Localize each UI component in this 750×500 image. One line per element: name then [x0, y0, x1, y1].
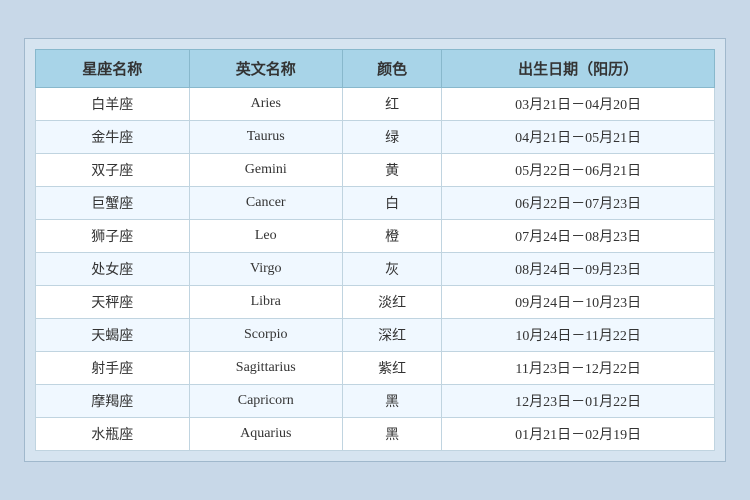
cell-dates: 10月24日－11月22日	[442, 319, 715, 352]
cell-chinese-name: 天蝎座	[36, 319, 190, 352]
cell-color: 黑	[343, 385, 442, 418]
header-english-name: 英文名称	[189, 50, 343, 88]
table-row: 白羊座Aries红03月21日－04月20日	[36, 88, 715, 121]
table-row: 水瓶座Aquarius黑01月21日－02月19日	[36, 418, 715, 451]
table-row: 金牛座Taurus绿04月21日－05月21日	[36, 121, 715, 154]
cell-chinese-name: 金牛座	[36, 121, 190, 154]
cell-color: 白	[343, 187, 442, 220]
cell-color: 红	[343, 88, 442, 121]
cell-english-name: Taurus	[189, 121, 343, 154]
table-row: 双子座Gemini黄05月22日－06月21日	[36, 154, 715, 187]
cell-dates: 09月24日－10月23日	[442, 286, 715, 319]
table-row: 处女座Virgo灰08月24日－09月23日	[36, 253, 715, 286]
table-row: 天蝎座Scorpio深红10月24日－11月22日	[36, 319, 715, 352]
cell-dates: 06月22日－07月23日	[442, 187, 715, 220]
cell-dates: 07月24日－08月23日	[442, 220, 715, 253]
cell-color: 黑	[343, 418, 442, 451]
cell-dates: 04月21日－05月21日	[442, 121, 715, 154]
cell-english-name: Capricorn	[189, 385, 343, 418]
header-dates: 出生日期（阳历）	[442, 50, 715, 88]
cell-chinese-name: 白羊座	[36, 88, 190, 121]
cell-english-name: Scorpio	[189, 319, 343, 352]
cell-chinese-name: 射手座	[36, 352, 190, 385]
cell-chinese-name: 处女座	[36, 253, 190, 286]
table-container: 星座名称 英文名称 颜色 出生日期（阳历） 白羊座Aries红03月21日－04…	[24, 38, 726, 462]
table-row: 狮子座Leo橙07月24日－08月23日	[36, 220, 715, 253]
cell-dates: 05月22日－06月21日	[442, 154, 715, 187]
cell-english-name: Sagittarius	[189, 352, 343, 385]
table-row: 摩羯座Capricorn黑12月23日－01月22日	[36, 385, 715, 418]
cell-english-name: Aries	[189, 88, 343, 121]
cell-english-name: Leo	[189, 220, 343, 253]
cell-color: 绿	[343, 121, 442, 154]
cell-dates: 11月23日－12月22日	[442, 352, 715, 385]
header-color: 颜色	[343, 50, 442, 88]
table-row: 射手座Sagittarius紫红11月23日－12月22日	[36, 352, 715, 385]
cell-chinese-name: 狮子座	[36, 220, 190, 253]
cell-chinese-name: 双子座	[36, 154, 190, 187]
cell-chinese-name: 天秤座	[36, 286, 190, 319]
cell-english-name: Gemini	[189, 154, 343, 187]
cell-english-name: Virgo	[189, 253, 343, 286]
cell-dates: 12月23日－01月22日	[442, 385, 715, 418]
cell-english-name: Cancer	[189, 187, 343, 220]
cell-english-name: Aquarius	[189, 418, 343, 451]
cell-dates: 08月24日－09月23日	[442, 253, 715, 286]
table-header-row: 星座名称 英文名称 颜色 出生日期（阳历）	[36, 50, 715, 88]
cell-color: 淡红	[343, 286, 442, 319]
cell-color: 深红	[343, 319, 442, 352]
cell-chinese-name: 水瓶座	[36, 418, 190, 451]
cell-dates: 03月21日－04月20日	[442, 88, 715, 121]
cell-chinese-name: 摩羯座	[36, 385, 190, 418]
cell-english-name: Libra	[189, 286, 343, 319]
cell-dates: 01月21日－02月19日	[442, 418, 715, 451]
header-chinese-name: 星座名称	[36, 50, 190, 88]
zodiac-table: 星座名称 英文名称 颜色 出生日期（阳历） 白羊座Aries红03月21日－04…	[35, 49, 715, 451]
cell-color: 橙	[343, 220, 442, 253]
table-row: 巨蟹座Cancer白06月22日－07月23日	[36, 187, 715, 220]
table-row: 天秤座Libra淡红09月24日－10月23日	[36, 286, 715, 319]
cell-color: 黄	[343, 154, 442, 187]
cell-chinese-name: 巨蟹座	[36, 187, 190, 220]
cell-color: 灰	[343, 253, 442, 286]
cell-color: 紫红	[343, 352, 442, 385]
